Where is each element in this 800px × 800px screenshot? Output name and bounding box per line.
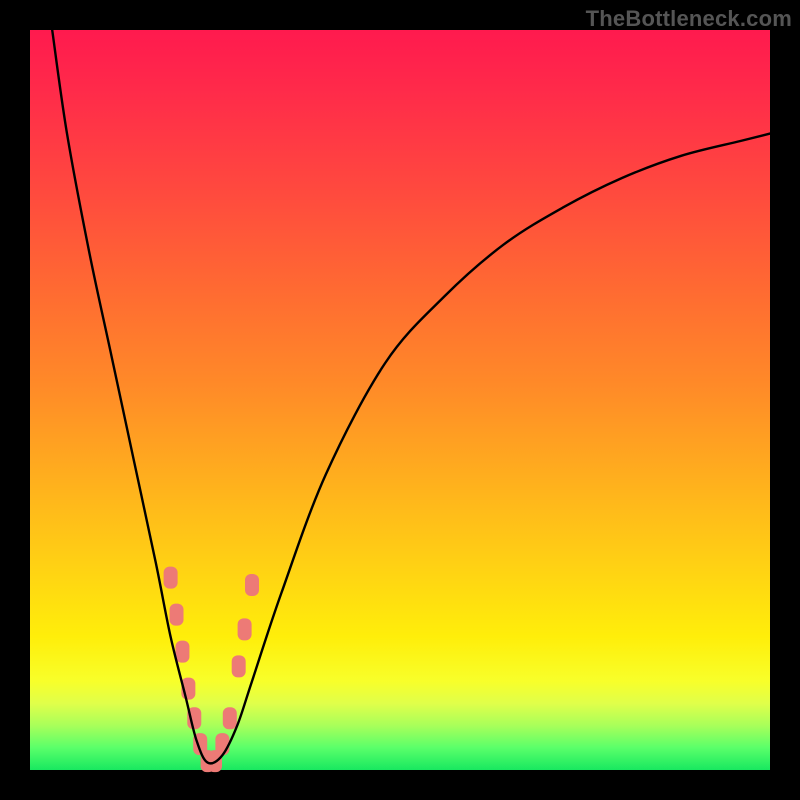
curve-layer — [30, 30, 770, 770]
plot-area — [30, 30, 770, 770]
watermark-text: TheBottleneck.com — [586, 6, 792, 32]
curve-marker — [238, 618, 252, 640]
curve-marker — [232, 655, 246, 677]
curve-marker — [245, 574, 259, 596]
curve-marker — [164, 567, 178, 589]
chart-frame: TheBottleneck.com — [0, 0, 800, 800]
bottleneck-curve — [52, 30, 770, 763]
curve-marker — [175, 641, 189, 663]
curve-marker — [223, 707, 237, 729]
curve-marker — [170, 604, 184, 626]
curve-marker — [215, 733, 229, 755]
